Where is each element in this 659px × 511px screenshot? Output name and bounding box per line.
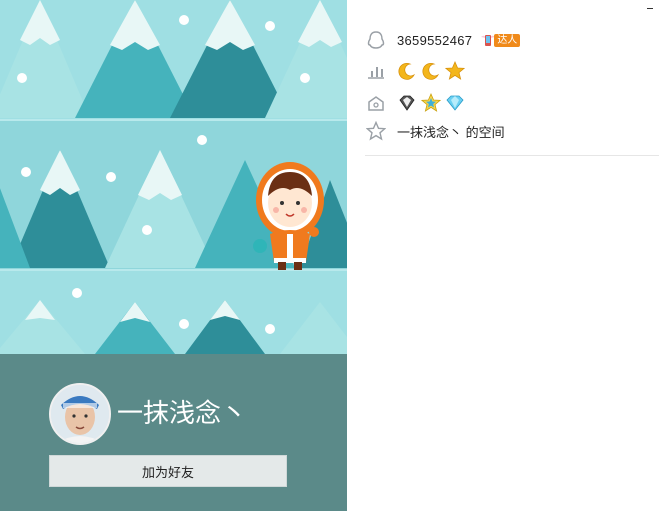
qq-number: 3659552467 — [397, 32, 473, 48]
user-photo-icon — [51, 385, 109, 443]
star-badge-icon — [421, 93, 441, 112]
level-row — [365, 59, 465, 83]
level-chart-icon — [365, 60, 387, 82]
left-panel: 一抹浅念丶 加为好友 — [0, 0, 347, 511]
moon-icon — [398, 63, 416, 80]
gem-icon — [446, 95, 464, 111]
penguin-icon — [365, 29, 387, 51]
space-row[interactable]: 一抹浅念丶 的空间 — [365, 119, 505, 143]
badge-label: 达人 — [494, 33, 521, 47]
moon-icon — [422, 63, 440, 80]
profile-card — [0, 354, 347, 511]
cover-banner — [0, 0, 347, 354]
qzone-link[interactable]: 一抹浅念丶 的空间 — [397, 122, 505, 141]
info-panel: 3659552467 达人 一抹浅念丶 的空间 — [347, 0, 659, 511]
divider — [365, 155, 659, 156]
vip-row — [365, 91, 465, 115]
add-friend-button[interactable]: 加为好友 — [49, 455, 287, 487]
expert-badge[interactable]: 达人 — [480, 31, 521, 49]
avatar[interactable] — [49, 383, 111, 445]
qq-number-row: 3659552467 达人 — [365, 28, 521, 52]
star-icon — [445, 61, 465, 80]
winter-scene-illustration — [0, 0, 347, 354]
profile-nickname: 一抹浅念丶 — [117, 398, 248, 428]
star-outline-icon — [365, 120, 387, 142]
house-icon — [365, 92, 387, 114]
minimize-icon[interactable] — [647, 8, 653, 9]
diamond-badge-icon — [399, 95, 415, 111]
